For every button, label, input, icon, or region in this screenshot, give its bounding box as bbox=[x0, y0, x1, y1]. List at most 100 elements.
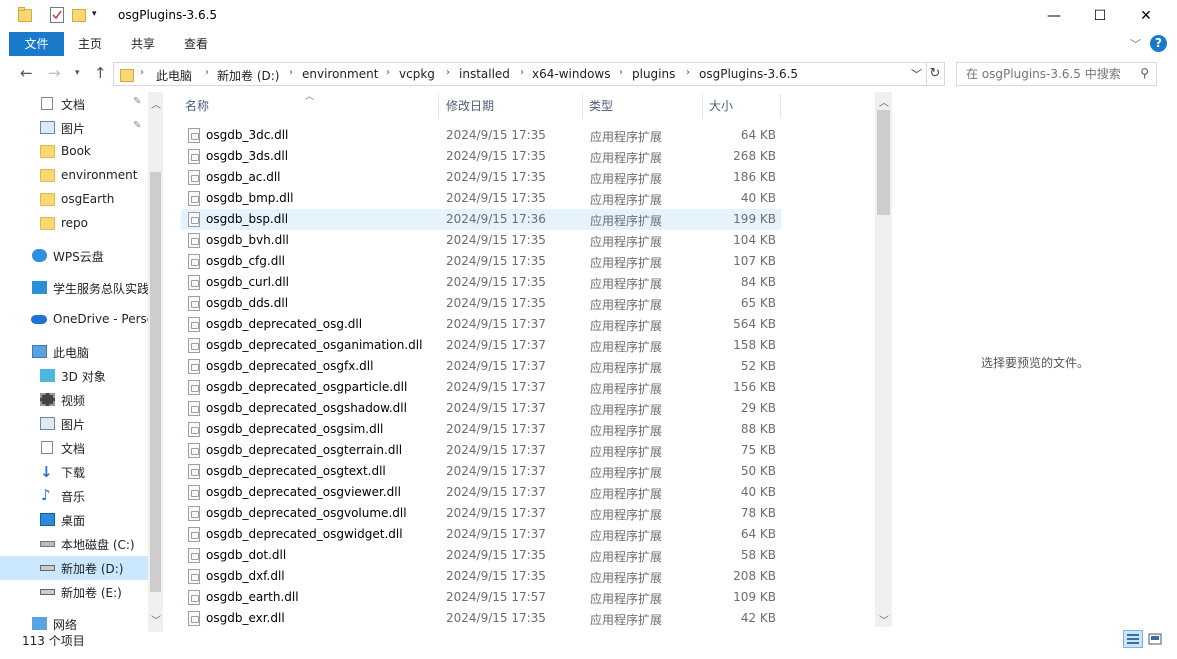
crumb-this-pc[interactable]: 此电脑 bbox=[156, 67, 192, 84]
column-divider[interactable] bbox=[582, 94, 583, 118]
search-input[interactable] bbox=[964, 66, 1134, 82]
nav-item-this-pc[interactable]: 此电脑 bbox=[0, 340, 148, 364]
file-row[interactable]: osgdb_deprecated_osgparticle.dll 2024/9/1… bbox=[181, 377, 781, 398]
column-header-date[interactable]: 修改日期 bbox=[446, 97, 494, 114]
chevron-right-icon[interactable]: › bbox=[619, 67, 623, 78]
file-row[interactable]: osgdb_deprecated_osganimation.dll 2024/9/… bbox=[181, 335, 781, 356]
nav-item-documents[interactable]: 文档 bbox=[0, 436, 148, 460]
tab-share[interactable]: 共享 bbox=[120, 32, 166, 56]
file-row[interactable]: osgdb_curl.dll 2024/9/15 17:35 应用程序扩展 84 KB bbox=[181, 272, 781, 293]
nav-item-repo[interactable]: repo bbox=[0, 212, 148, 236]
nav-item-osgearth[interactable]: osgEarth bbox=[0, 188, 148, 212]
file-row[interactable]: osgdb_bsp.dll 2024/9/15 17:36 应用程序扩展 199 KB bbox=[181, 209, 781, 230]
tab-file[interactable]: 文件 bbox=[9, 32, 64, 56]
up-button[interactable]: ↑ bbox=[94, 64, 107, 82]
column-header-name[interactable]: 名称 bbox=[185, 97, 209, 114]
large-icons-view-button[interactable] bbox=[1145, 630, 1165, 648]
nav-item-documents-quick[interactable]: 文档 ✎ bbox=[0, 92, 148, 116]
properties-icon[interactable] bbox=[50, 7, 64, 26]
chevron-right-icon[interactable]: › bbox=[205, 67, 209, 78]
file-row[interactable]: osgdb_deprecated_osgfx.dll 2024/9/15 17:3… bbox=[181, 356, 781, 377]
chevron-right-icon[interactable]: › bbox=[446, 67, 450, 78]
file-row[interactable]: osgdb_bvh.dll 2024/9/15 17:35 应用程序扩展 104 KB bbox=[181, 230, 781, 251]
help-icon[interactable]: ? bbox=[1150, 35, 1167, 52]
file-row[interactable]: osgdb_dds.dll 2024/9/15 17:35 应用程序扩展 65 KB bbox=[181, 293, 781, 314]
file-row[interactable]: osgdb_deprecated_osgvolume.dll 2024/9/15 … bbox=[181, 503, 781, 524]
qat-dropdown-icon[interactable]: ▾ bbox=[92, 9, 97, 19]
file-row[interactable]: osgdb_cfg.dll 2024/9/15 17:35 应用程序扩展 107 KB bbox=[181, 251, 781, 272]
file-list-scrollbar[interactable]: ︿ ﹀ bbox=[875, 92, 892, 627]
chevron-right-icon[interactable]: › bbox=[289, 67, 293, 78]
nav-item-drive-c[interactable]: 本地磁盘 (C:) bbox=[0, 532, 148, 556]
scroll-down-icon[interactable]: ﹀ bbox=[151, 612, 161, 627]
nav-item-3d-objects[interactable]: 3D 对象 bbox=[0, 364, 148, 388]
nav-item-wps-cloud[interactable]: WPS云盘 bbox=[0, 244, 148, 268]
close-button[interactable]: ✕ bbox=[1123, 0, 1169, 32]
nav-item-network[interactable]: 网络 bbox=[0, 612, 148, 632]
file-row[interactable]: osgdb_deprecated_osg.dll 2024/9/15 17:37 应… bbox=[181, 314, 781, 335]
crumb-vcpkg[interactable]: vcpkg bbox=[399, 67, 435, 81]
nav-scrollbar[interactable]: ︿ ﹀ bbox=[148, 92, 163, 632]
nav-item-downloads[interactable]: ↓ 下载 bbox=[0, 460, 148, 484]
nav-item-student-service[interactable]: 学生服务总队实践 bbox=[0, 276, 149, 300]
file-row[interactable]: osgdb_deprecated_osgsim.dll 2024/9/15 17:… bbox=[181, 419, 781, 440]
crumb-installed[interactable]: installed bbox=[459, 67, 510, 81]
recent-locations-icon[interactable]: ▾ bbox=[75, 68, 80, 78]
file-row[interactable]: osgdb_dxf.dll 2024/9/15 17:35 应用程序扩展 208 KB bbox=[181, 566, 781, 587]
nav-item-pictures-quick[interactable]: 图片 ✎ bbox=[0, 116, 148, 140]
nav-item-onedrive[interactable]: OneDrive - Perso bbox=[0, 308, 154, 332]
crumb-environment[interactable]: environment bbox=[302, 67, 378, 81]
crumb-osgplugins[interactable]: osgPlugins-3.6.5 bbox=[699, 67, 798, 81]
expand-ribbon-icon[interactable]: ﹀ bbox=[1130, 36, 1141, 52]
file-row[interactable]: osgdb_deprecated_osgshadow.dll 2024/9/15 … bbox=[181, 398, 781, 419]
nav-item-drive-d[interactable]: 新加卷 (D:) bbox=[0, 556, 148, 580]
nav-item-book[interactable]: Book bbox=[0, 140, 148, 164]
minimize-button[interactable]: — bbox=[1031, 0, 1077, 32]
file-row[interactable]: osgdb_ac.dll 2024/9/15 17:35 应用程序扩展 186 KB bbox=[181, 167, 781, 188]
file-row[interactable]: osgdb_deprecated_osgtext.dll 2024/9/15 17… bbox=[181, 461, 781, 482]
chevron-right-icon[interactable]: › bbox=[520, 67, 524, 78]
chevron-right-icon[interactable]: › bbox=[686, 67, 690, 78]
nav-item-pictures[interactable]: 图片 bbox=[0, 412, 148, 436]
file-row[interactable]: osgdb_earth.dll 2024/9/15 17:57 应用程序扩展 109 … bbox=[181, 587, 781, 608]
scroll-up-icon[interactable]: ︿ bbox=[151, 96, 161, 111]
scrollbar-thumb[interactable] bbox=[150, 172, 161, 592]
file-row[interactable]: osgdb_exr.dll 2024/9/15 17:35 应用程序扩展 42 KB bbox=[181, 608, 781, 629]
tab-home[interactable]: 主页 bbox=[68, 32, 112, 56]
crumb-drive-d[interactable]: 新加卷 (D:) bbox=[217, 67, 279, 84]
search-box[interactable]: ⚲ bbox=[956, 62, 1157, 86]
scroll-up-icon[interactable]: ︿ bbox=[879, 94, 889, 109]
nav-item-drive-e[interactable]: 新加卷 (E:) bbox=[0, 580, 148, 604]
crumb-plugins[interactable]: plugins bbox=[632, 67, 675, 81]
address-dropdown-icon[interactable]: ﹀ bbox=[911, 66, 922, 82]
column-divider[interactable] bbox=[702, 94, 703, 118]
tab-view[interactable]: 查看 bbox=[173, 32, 219, 56]
file-row[interactable]: osgdb_dot.dll 2024/9/15 17:35 应用程序扩展 58 KB bbox=[181, 545, 781, 566]
details-view-button[interactable] bbox=[1123, 630, 1143, 648]
nav-item-music[interactable]: ♪ 音乐 bbox=[0, 484, 148, 508]
chevron-right-icon[interactable]: › bbox=[140, 67, 144, 78]
file-row[interactable]: osgdb_deprecated_osgviewer.dll 2024/9/15 … bbox=[181, 482, 781, 503]
crumb-x64-windows[interactable]: x64-windows bbox=[532, 67, 610, 81]
file-row[interactable]: osgdb_deprecated_osgwidget.dll 2024/9/15 … bbox=[181, 524, 781, 545]
file-row[interactable]: osgdb_deprecated_osgterrain.dll 2024/9/15… bbox=[181, 440, 781, 461]
column-header-size[interactable]: 大小 bbox=[709, 97, 733, 114]
new-folder-icon[interactable] bbox=[72, 7, 86, 26]
column-divider[interactable] bbox=[438, 94, 439, 118]
address-bar[interactable]: › 此电脑 › 新加卷 (D:) › environment › vcpkg ›… bbox=[113, 62, 927, 86]
file-row[interactable]: osgdb_3dc.dll 2024/9/15 17:35 应用程序扩展 64 KB bbox=[181, 125, 781, 146]
back-button[interactable]: ← bbox=[20, 64, 33, 82]
nav-item-desktop[interactable]: 桌面 bbox=[0, 508, 148, 532]
file-row[interactable]: osgdb_bmp.dll 2024/9/15 17:35 应用程序扩展 40 KB bbox=[181, 188, 781, 209]
refresh-button[interactable]: ↻ bbox=[926, 62, 945, 86]
nav-item-environment[interactable]: environment bbox=[0, 164, 148, 188]
column-header-type[interactable]: 类型 bbox=[589, 97, 613, 114]
chevron-right-icon[interactable]: › bbox=[386, 67, 390, 78]
scroll-down-icon[interactable]: ﹀ bbox=[879, 612, 889, 627]
forward-button[interactable]: → bbox=[48, 64, 61, 82]
maximize-button[interactable]: ☐ bbox=[1077, 0, 1123, 32]
nav-item-videos[interactable]: 视频 bbox=[0, 388, 148, 412]
scrollbar-thumb[interactable] bbox=[877, 110, 890, 215]
column-divider[interactable] bbox=[780, 94, 781, 118]
file-row[interactable]: osgdb_3ds.dll 2024/9/15 17:35 应用程序扩展 268 KB bbox=[181, 146, 781, 167]
